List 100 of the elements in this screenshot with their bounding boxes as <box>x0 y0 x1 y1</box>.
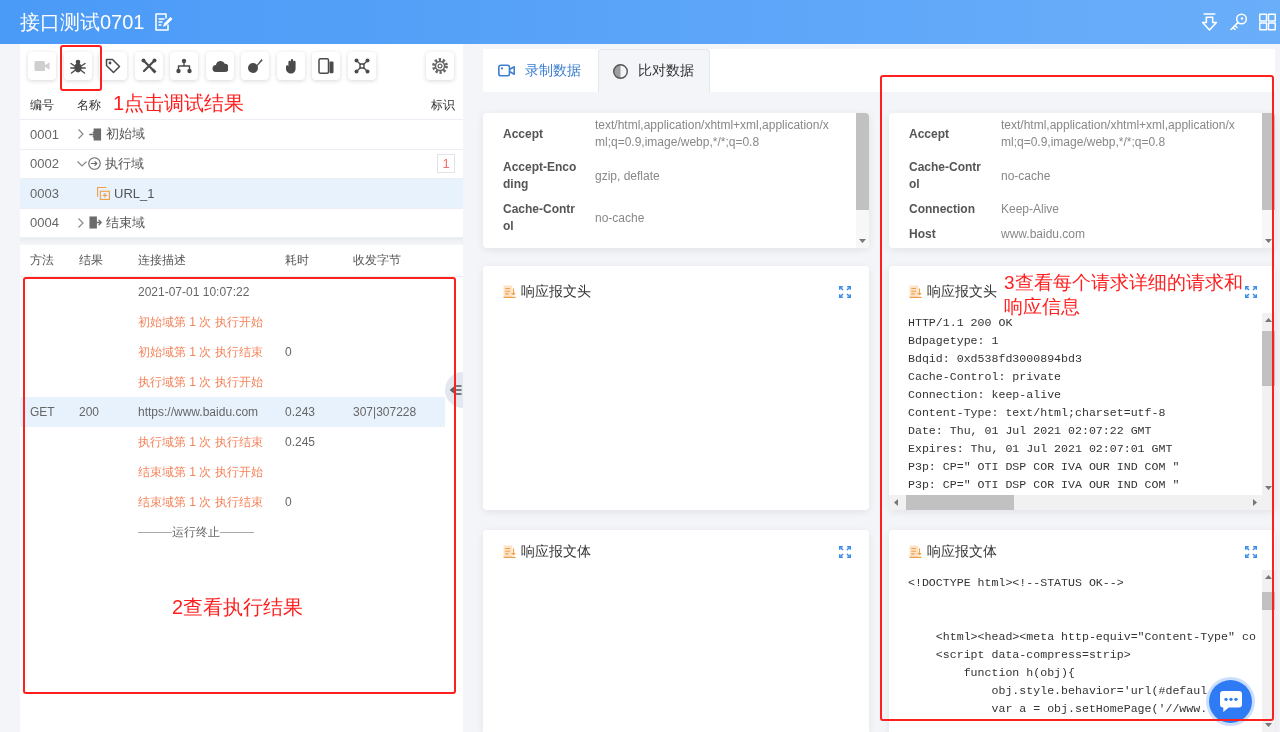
cloud-icon <box>211 58 228 74</box>
grid-icon[interactable] <box>1259 13 1276 31</box>
url-text: https://www.baidu.com <box>138 405 259 419</box>
event-text: 结束域第 1 次 执行开始 <box>138 463 263 481</box>
document-list-icon <box>909 544 922 558</box>
scrollbar[interactable] <box>856 113 869 248</box>
chevron-down-icon[interactable] <box>77 160 87 167</box>
header-value: gzip, deflate <box>595 167 661 185</box>
document-list-icon <box>503 544 516 558</box>
scroll-down-icon[interactable] <box>859 239 866 243</box>
scroll-down-icon[interactable] <box>1265 486 1272 490</box>
result-row[interactable]: 运行终止 <box>20 517 445 547</box>
tool-button[interactable] <box>99 52 127 80</box>
event-text: 初始域第 1 次 执行开始 <box>138 313 263 331</box>
camera-icon <box>34 58 50 74</box>
annotation-text: 2查看执行结果 <box>172 595 304 619</box>
row-number: 0002 <box>30 156 60 172</box>
header-value: text/html,application/xhtml+xml,application/xml;q=0.9,image/webp,*/*;q=0.8 <box>595 117 830 151</box>
card-title: 响应报文头 <box>927 282 997 300</box>
node-label: 执行域 <box>105 154 144 173</box>
header-name: Cache-Control <box>503 201 576 235</box>
scroll-down-icon[interactable] <box>1265 239 1272 243</box>
scroll-up-icon[interactable] <box>1265 318 1272 322</box>
column-header: 编号 <box>30 96 54 114</box>
bug-icon <box>69 58 86 74</box>
document-list-icon <box>503 284 516 298</box>
row-number: 0003 <box>30 185 60 201</box>
node-label: 结束域 <box>105 213 145 232</box>
header-value: www.baidu.com <box>1001 226 1087 243</box>
video-camera-icon <box>498 64 515 77</box>
chevron-right-icon[interactable] <box>78 217 84 228</box>
project-title: 接口测试0701 <box>20 10 145 34</box>
expand-icon[interactable] <box>1245 546 1257 558</box>
crossed-tools-icon <box>140 58 157 74</box>
scroll-right-icon[interactable] <box>1253 499 1257 506</box>
header-name: Accept <box>909 125 950 143</box>
annotation-text: 1点击调试结果 <box>113 91 245 115</box>
timestamp-text: 2021-07-01 10:07:22 <box>138 285 250 299</box>
result-row[interactable]: 初始域第 1 次 执行结束 0 <box>20 337 445 367</box>
tool-button[interactable] <box>312 52 340 80</box>
tree-row[interactable]: 0003 URL_1 <box>20 179 463 209</box>
tree-row[interactable]: 0001 初始域 <box>20 120 463 150</box>
settings-button[interactable] <box>426 52 454 80</box>
result-row[interactable]: 2021-07-01 10:07:22 <box>20 277 445 307</box>
code-line: function h(obj){ <box>962 665 1075 681</box>
key-icon[interactable] <box>1230 13 1247 31</box>
tool-button[interactable] <box>170 52 198 80</box>
card-title: 响应报文头 <box>521 282 591 300</box>
tool-button[interactable] <box>347 52 376 80</box>
header-name: Cache-Control <box>909 159 982 193</box>
annotation-frame <box>60 45 102 91</box>
tool-button[interactable] <box>276 52 305 80</box>
header-value: no-cache <box>1001 167 1052 185</box>
list-arrow-icon <box>450 385 462 395</box>
header-value: Keep-Alive <box>1001 201 1061 218</box>
scroll-left-icon[interactable] <box>894 499 898 506</box>
expand-icon[interactable] <box>839 286 851 298</box>
method-text: GET <box>30 405 55 419</box>
scroll-down-icon[interactable] <box>1265 723 1272 727</box>
tool-button[interactable] <box>134 52 163 80</box>
settings-icon <box>432 58 448 74</box>
row-number: 0004 <box>30 215 60 231</box>
tab[interactable]: 比对数据 <box>598 49 710 92</box>
tab[interactable]: 录制数据 <box>483 49 595 92</box>
duration-text: 0 <box>285 495 292 509</box>
door-enter-icon <box>88 127 102 141</box>
document-list-icon <box>909 284 922 298</box>
column-header: 收发字节 <box>353 252 401 269</box>
event-text: 执行域第 1 次 执行结束 <box>138 433 263 451</box>
result-row[interactable]: 执行域第 1 次 执行结束 0.245 <box>20 427 445 457</box>
tool-button[interactable] <box>241 52 269 80</box>
duration-text: 0 <box>285 345 292 359</box>
nodes-icon <box>353 58 370 74</box>
devices-icon <box>318 58 334 74</box>
download-icon[interactable] <box>1201 13 1218 31</box>
door-exit-icon <box>88 216 102 230</box>
result-row[interactable]: 结束域第 1 次 执行结束 0 <box>20 487 445 517</box>
duration-text: 0.245 <box>285 435 316 449</box>
result-row[interactable]: GET 200 https://www.baidu.com 0.243 307|307228 <box>20 397 445 427</box>
card-title: 响应报文体 <box>927 542 997 560</box>
expand-icon[interactable] <box>839 546 851 558</box>
tag-icon <box>105 58 121 74</box>
duration-text: 0.243 <box>285 405 316 419</box>
expand-icon[interactable] <box>1245 286 1257 298</box>
end-marker-text: 运行终止 <box>172 523 220 541</box>
tool-button[interactable] <box>63 52 92 80</box>
scrollbar-thumb[interactable] <box>856 113 869 210</box>
tool-button[interactable] <box>205 52 234 80</box>
scrollbar-thumb[interactable] <box>906 495 1014 510</box>
header-name: Accept <box>503 125 544 143</box>
edit-icon[interactable] <box>154 13 173 31</box>
bytes-text: 307|307228 <box>353 405 417 419</box>
header-name: Connection <box>909 201 976 218</box>
chevron-right-icon[interactable] <box>78 129 84 140</box>
horizontal-scrollbar[interactable] <box>889 495 1275 510</box>
scroll-up-icon[interactable] <box>1265 575 1272 579</box>
hierarchy-icon <box>176 58 192 74</box>
code-line: <!DOCTYPE html><!--STATUS OK--> <box>908 575 1124 591</box>
code-line: var a = obj.setHomePage('//www. <box>990 701 1208 717</box>
status-code: 200 <box>79 405 100 419</box>
